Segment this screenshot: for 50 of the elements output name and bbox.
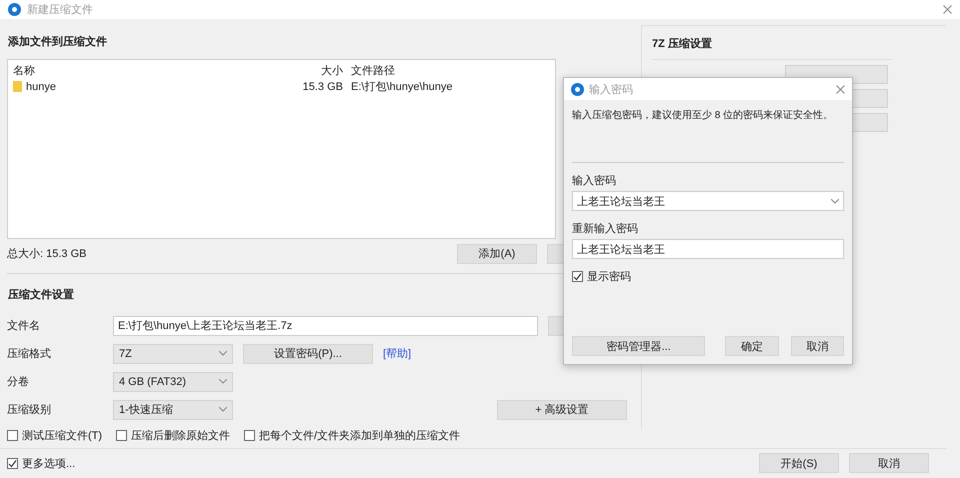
field-label: 文件名: [7, 318, 41, 334]
dialog-title: 输入密码: [589, 82, 634, 96]
column-header[interactable]: 名称: [13, 63, 273, 78]
app-logo-icon: [571, 82, 584, 96]
close-icon[interactable]: [836, 84, 845, 94]
ok-button[interactable]: 确定: [725, 336, 779, 356]
close-icon[interactable]: [943, 4, 952, 14]
check-icon: [8, 458, 17, 468]
confirm-password-field[interactable]: 上老王论坛当老王: [572, 239, 844, 259]
password-field[interactable]: 上老王论坛当老王: [572, 191, 844, 211]
field-label: 压缩级别: [7, 402, 52, 418]
window-title: 新建压缩文件: [27, 2, 94, 17]
checkbox[interactable]: 测试压缩文件(T): [7, 428, 102, 444]
split-dropdown[interactable]: 4 GB (FAT32): [113, 372, 233, 392]
field-label: 压缩格式: [7, 346, 52, 362]
total-size: 总大小: 15.3 GB: [7, 247, 86, 262]
folder-icon: [13, 81, 22, 92]
section-heading: 添加文件到压缩文件: [7, 34, 108, 50]
size-cell-text: 15.3 GB: [302, 80, 343, 93]
cancel-button[interactable]: 取消: [790, 336, 844, 356]
section-heading: 压缩文件设置: [7, 288, 75, 303]
checkbox[interactable]: 更多选项...: [7, 456, 76, 471]
add-button[interactable]: 添加(A): [457, 244, 537, 264]
set-password-button[interactable]: 设置密码(P)...: [243, 344, 373, 364]
column-header[interactable]: 文件路径: [351, 63, 550, 78]
help-link[interactable]: [帮助]: [383, 346, 412, 362]
column-header[interactable]: 大小: [281, 63, 343, 78]
field-label: 分卷: [7, 375, 30, 390]
caret-icon: [219, 407, 227, 412]
app-logo-icon: [8, 2, 21, 16]
start-button[interactable]: 开始(S): [759, 453, 839, 474]
advanced-settings-button[interactable]: + 高级设置: [497, 400, 627, 420]
cancel-button[interactable]: 取消: [849, 453, 929, 474]
dialog-message: 输入压缩包密码，建议使用至少 8 位的密码来保证安全性。: [572, 108, 834, 122]
checkbox[interactable]: 压缩后删除原始文件: [116, 428, 230, 444]
checkbox[interactable]: 显示密码: [572, 269, 844, 284]
field-label: 输入密码: [572, 174, 617, 189]
file-name-cell[interactable]: hunye: [13, 80, 273, 93]
field-label: 重新输入密码: [572, 222, 639, 237]
filename-field[interactable]: E:\打包\hunye\上老王论坛当老王.7z: [113, 316, 538, 336]
format-dropdown[interactable]: 7Z: [113, 344, 233, 364]
caret-icon: [831, 198, 839, 204]
panel-title: 7Z 压缩设置: [652, 36, 892, 60]
path-cell-text: E:\打包\hunye\hunye: [351, 80, 454, 94]
level-dropdown[interactable]: 1-快速压缩: [113, 400, 233, 420]
caret-icon: [219, 379, 227, 384]
checkbox[interactable]: 把每个文件/文件夹添加到单独的压缩文件: [244, 428, 460, 444]
caret-icon: [219, 351, 227, 356]
password-manager-button[interactable]: 密码管理器...: [572, 336, 706, 356]
check-icon: [573, 272, 582, 281]
